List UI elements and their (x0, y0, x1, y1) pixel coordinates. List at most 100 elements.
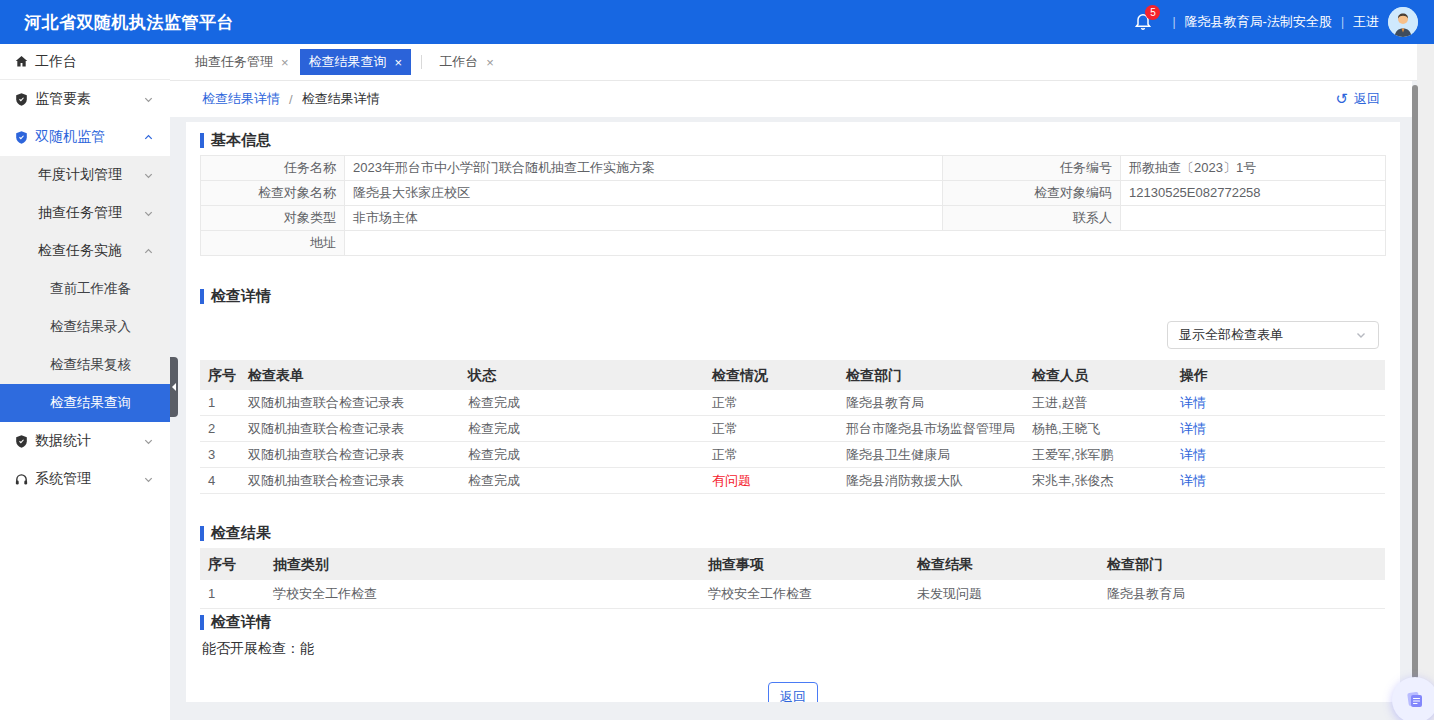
table-row: 1学校安全工作检查学校安全工作检查未发现问题隆尧县教育局 (200, 580, 1385, 609)
username[interactable]: 王进 (1353, 13, 1379, 31)
close-icon[interactable]: × (486, 55, 494, 70)
back-link[interactable]: ↺ 返回 (1335, 90, 1380, 108)
chat-pages-icon (1405, 690, 1425, 710)
notifications-button[interactable]: 5 (1133, 11, 1155, 33)
column-header: 检查表单 (240, 360, 460, 390)
close-icon[interactable]: × (281, 55, 289, 70)
column-header: 检查人员 (1024, 360, 1172, 390)
sidebar-item-system-management[interactable]: 系统管理 (0, 460, 170, 498)
check-result-table: 序号抽查类别抽查事项检查结果检查部门1学校安全工作检查学校安全工作检查未发现问题… (200, 548, 1385, 609)
cell: 双随机抽查联合检查记录表 (240, 416, 460, 442)
sidebar-item-result-entry[interactable]: 检查结果录入 (0, 308, 170, 346)
status-flag: 有问题 (704, 468, 838, 494)
info-label: 检查对象名称 (201, 181, 345, 206)
table-row: 4双随机抽查联合检查记录表检查完成有问题隆尧县消防救援大队宋兆丰,张俊杰详情 (200, 468, 1385, 494)
tab-spot-check-task-management[interactable]: 抽查任务管理× (186, 49, 298, 75)
undo-icon: ↺ (1335, 90, 1348, 108)
main-area: 抽查任务管理×检查结果查询×工作台× 检查结果详情 / 检查结果详情 ↺ 返回 … (170, 44, 1434, 720)
cell: 正常 (704, 390, 838, 416)
sidebar-item-supervision-elements[interactable]: 监管要素 (0, 80, 170, 118)
sidebar-item-label: 检查结果录入 (50, 318, 131, 336)
info-label: 地址 (201, 231, 345, 256)
sidebar-item-double-random-supervision[interactable]: 双随机监管 (0, 118, 170, 156)
column-header: 序号 (200, 360, 240, 390)
sidebar-item-label: 监管要素 (35, 90, 91, 108)
detail-link[interactable]: 详情 (1172, 416, 1385, 442)
avatar[interactable] (1388, 7, 1418, 37)
back-link-label: 返回 (1354, 90, 1380, 108)
info-label: 任务名称 (201, 156, 345, 181)
section-title-check-detail2: 检查详情 (200, 612, 1386, 632)
basic-info-row: 对象类型非市场主体联系人 (201, 206, 1386, 231)
info-value: 非市场主体 (345, 206, 943, 231)
assistant-float-button[interactable] (1392, 677, 1434, 720)
scrollbar-gutter (1417, 44, 1434, 720)
cell: 王进,赵普 (1024, 390, 1172, 416)
column-header: 检查部门 (1099, 548, 1385, 580)
info-value: 隆尧县大张家庄校区 (345, 181, 943, 206)
sidebar-item-label: 数据统计 (35, 432, 91, 450)
tab-label: 检查结果查询 (309, 53, 387, 71)
sidebar-item-data-statistics[interactable]: 数据统计 (0, 422, 170, 460)
table-row: 2双随机抽查联合检查记录表检查完成正常邢台市隆尧县市场监督管理局杨艳,王晓飞详情 (200, 416, 1385, 442)
basic-info-row: 检查对象名称隆尧县大张家庄校区检查对象编码12130525E082772258 (201, 181, 1386, 206)
form-filter-value: 显示全部检查表单 (1179, 326, 1283, 344)
cell: 学校安全工作检查 (700, 580, 909, 609)
column-header: 操作 (1172, 360, 1385, 390)
sidebar-item-workbench[interactable]: 工作台 (0, 44, 170, 80)
header-right: 5 | 隆尧县教育局-法制安全股 | 王进 (1133, 7, 1418, 37)
breadcrumb-parent[interactable]: 检查结果详情 (202, 90, 280, 108)
sidebar-item-label: 抽查任务管理 (38, 204, 122, 222)
info-value: 邢教抽查〔2023〕1号 (1121, 156, 1386, 181)
tab-bar: 抽查任务管理×检查结果查询×工作台× (170, 44, 1417, 81)
cell: 王爱军,张军鹏 (1024, 442, 1172, 468)
chevron-down-icon (143, 208, 154, 219)
sidebar-item-spot-check-task-management[interactable]: 抽查任务管理 (0, 194, 170, 232)
shield-icon (14, 434, 29, 449)
sidebar: 工作台监管要素双随机监管年度计划管理抽查任务管理检查任务实施查前工作准备检查结果… (0, 44, 170, 720)
sidebar-item-annual-plan-management[interactable]: 年度计划管理 (0, 156, 170, 194)
sidebar-item-label: 双随机监管 (35, 128, 105, 146)
chevron-up-icon (143, 132, 154, 143)
column-header: 序号 (200, 548, 265, 580)
section-bar (200, 133, 204, 148)
column-header: 状态 (460, 360, 704, 390)
detail-link[interactable]: 详情 (1172, 468, 1385, 494)
breadcrumb-current: 检查结果详情 (302, 90, 380, 108)
chevron-down-icon (143, 94, 154, 105)
department-name[interactable]: 隆尧县教育局-法制安全股 (1185, 13, 1332, 31)
basic-info-row: 地址 (201, 231, 1386, 256)
home-icon (14, 54, 29, 69)
detail-link[interactable]: 详情 (1172, 442, 1385, 468)
cell: 检查完成 (460, 442, 704, 468)
form-filter-select[interactable]: 显示全部检查表单 (1167, 321, 1379, 349)
table-header-row: 序号检查表单状态检查情况检查部门检查人员操作 (200, 360, 1385, 390)
section-title-text: 检查详情 (211, 613, 271, 632)
section-bar (200, 526, 204, 541)
sidebar-item-result-review[interactable]: 检查结果复核 (0, 346, 170, 384)
sidebar-item-pre-check-preparation[interactable]: 查前工作准备 (0, 270, 170, 308)
app-title: 河北省双随机执法监管平台 (24, 11, 234, 34)
filter-row: 显示全部检查表单 (200, 321, 1386, 349)
tab-result-query[interactable]: 检查结果查询 × (300, 49, 412, 75)
sidebar-item-inspection-task-implementation[interactable]: 检查任务实施 (0, 232, 170, 270)
sidebar-item-result-query[interactable]: 检查结果查询 (0, 384, 170, 422)
notification-badge: 5 (1145, 5, 1160, 20)
shield-icon (14, 92, 29, 107)
back-button[interactable]: 返回 (768, 682, 818, 702)
basic-info-row: 任务名称2023年邢台市中小学部门联合随机抽查工作实施方案任务编号邢教抽查〔20… (201, 156, 1386, 181)
sidebar-item-label: 检查任务实施 (38, 242, 122, 260)
close-icon[interactable]: × (395, 55, 403, 70)
header-divider: | (1341, 15, 1344, 29)
tab-workbench[interactable]: 工作台× (430, 49, 503, 75)
column-header: 检查情况 (704, 360, 838, 390)
sidebar-collapse-handle[interactable] (170, 357, 178, 417)
section-title-text: 检查详情 (211, 287, 271, 306)
info-label: 联系人 (943, 206, 1121, 231)
cell: 4 (200, 468, 240, 494)
detail-link[interactable]: 详情 (1172, 390, 1385, 416)
vertical-scrollbar[interactable] (1412, 85, 1418, 679)
cell: 邢台市隆尧县市场监督管理局 (838, 416, 1024, 442)
cell: 隆尧县卫生健康局 (838, 442, 1024, 468)
column-header: 抽查事项 (700, 548, 909, 580)
